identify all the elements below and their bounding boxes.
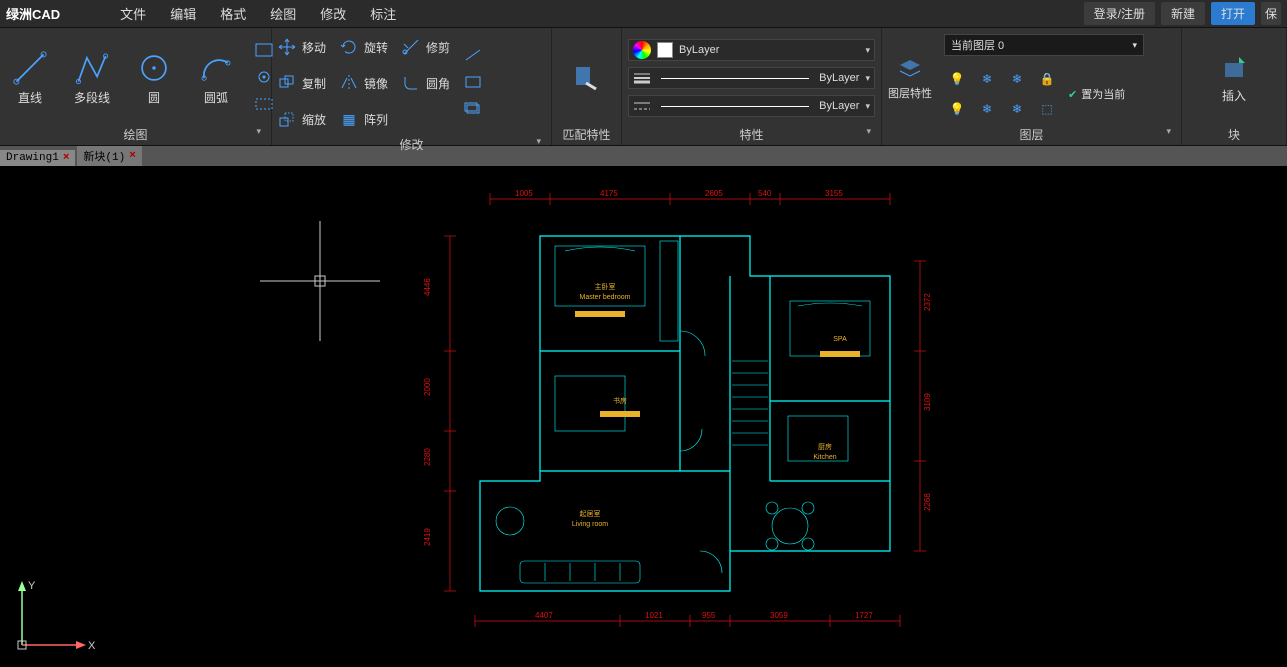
lineweight-icon — [633, 71, 651, 85]
svg-text:Master bedroom: Master bedroom — [580, 294, 631, 301]
svg-text:1005: 1005 — [515, 189, 533, 198]
svg-text:540: 540 — [758, 189, 772, 198]
svg-text:2268: 2268 — [923, 493, 932, 511]
panel-modify: 移动 旋转 修剪 复制 镜像 圆角 缩放 ▦阵列 修改▾ — [272, 28, 552, 145]
tool-move[interactable]: 移动 — [278, 32, 326, 62]
svg-text:4446: 4446 — [423, 278, 432, 296]
panel-draw-title: 绘图▾ — [6, 124, 265, 145]
ribbon: 直线 多段线 圆 圆弧 绘图▾ — [0, 28, 1287, 146]
svg-text:2280: 2280 — [423, 448, 432, 466]
login-button[interactable]: 登录/注册 — [1084, 2, 1155, 25]
panel-modify-title: 修改▾ — [278, 134, 545, 155]
panel-match-title: 匹配特性 — [558, 124, 615, 145]
tool-mod-extra-3[interactable] — [464, 102, 482, 119]
prop-color[interactable]: ByLayer ▾ — [628, 39, 875, 61]
color-swatch — [657, 42, 673, 58]
open-button[interactable]: 打开 — [1211, 2, 1255, 25]
drawing-canvas[interactable]: 1005 4175 2605 540 3155 4407 1021 955 30… — [0, 166, 1287, 667]
layer-btn-8[interactable]: ⬚ — [1034, 96, 1060, 122]
svg-text:Living room: Living room — [572, 521, 608, 528]
layer-dropdown[interactable]: 当前图层 0▾ — [944, 34, 1144, 56]
tool-layer-props[interactable]: 图层特性 — [888, 55, 932, 101]
menu-draw[interactable]: 绘图 — [270, 4, 296, 23]
tool-match-props[interactable] — [558, 32, 615, 124]
menu-edit[interactable]: 编辑 — [170, 4, 196, 23]
color-wheel-icon — [633, 41, 651, 59]
tool-array[interactable]: ▦阵列 — [340, 104, 388, 134]
tool-rotate[interactable]: 旋转 — [340, 32, 388, 62]
tool-arc[interactable]: 圆弧 — [192, 51, 240, 106]
panel-draw: 直线 多段线 圆 圆弧 绘图▾ — [0, 28, 272, 145]
menu-file[interactable]: 文件 — [120, 4, 146, 23]
tool-mod-extra-2[interactable] — [464, 75, 482, 92]
layer-btn-1[interactable]: 💡 — [944, 66, 970, 92]
linetype-icon — [633, 99, 651, 113]
new-button[interactable]: 新建 — [1161, 2, 1205, 25]
tool-line[interactable]: 直线 — [6, 51, 54, 106]
panel-match: 匹配特性 — [552, 28, 622, 145]
menu-bar: 绿洲CAD 文件 编辑 格式 绘图 修改 标注 登录/注册 新建 打开 保 — [0, 0, 1287, 28]
close-icon[interactable]: × — [129, 150, 136, 162]
svg-text:4407: 4407 — [535, 611, 553, 620]
tool-small-1[interactable] — [254, 42, 274, 61]
ucs-icon: Y X — [10, 567, 100, 657]
tool-insert[interactable]: 插入 — [1219, 53, 1249, 104]
layer-btn-5[interactable]: 💡 — [944, 96, 970, 122]
layer-btn-2[interactable]: ❄ — [974, 66, 1000, 92]
svg-text:Kitchen: Kitchen — [813, 454, 836, 461]
panel-layers: 图层特性 当前图层 0▾ 💡 ❄ ❄ 🔒 💡 ❄ — [882, 28, 1182, 145]
tool-scale[interactable]: 缩放 — [278, 104, 326, 134]
svg-text:2419: 2419 — [423, 528, 432, 546]
svg-text:主卧室: 主卧室 — [595, 282, 616, 291]
tool-trim[interactable]: 修剪 — [402, 32, 450, 62]
layer-btn-4[interactable]: 🔒 — [1034, 66, 1060, 92]
svg-text:SPA: SPA — [833, 336, 847, 343]
close-icon[interactable]: × — [63, 152, 70, 164]
svg-text:书房: 书房 — [613, 396, 627, 405]
menu-format[interactable]: 格式 — [220, 4, 246, 23]
extra-button[interactable]: 保 — [1261, 2, 1281, 25]
tool-copy[interactable]: 复制 — [278, 68, 326, 98]
svg-text:起居室: 起居室 — [580, 509, 601, 518]
tool-small-3[interactable] — [254, 96, 274, 115]
app-logo: 绿洲CAD — [6, 4, 60, 23]
tool-mirror[interactable]: 镜像 — [340, 68, 388, 98]
layer-btn-7[interactable]: ❄ — [1004, 96, 1030, 122]
tool-mod-extra-1[interactable] — [464, 48, 482, 65]
svg-text:1727: 1727 — [855, 611, 873, 620]
doc-tab-1[interactable]: Drawing1× — [0, 150, 75, 166]
svg-text:955: 955 — [702, 611, 716, 620]
panel-block: 插入 块 — [1182, 28, 1287, 145]
svg-text:4175: 4175 — [600, 189, 618, 198]
layer-btn-3[interactable]: ❄ — [1004, 66, 1030, 92]
set-current-layer[interactable]: ✔置为当前 — [1068, 86, 1125, 102]
menu-annotate[interactable]: 标注 — [370, 4, 396, 23]
tool-small-2[interactable] — [254, 69, 274, 88]
menu-modify[interactable]: 修改 — [320, 4, 346, 23]
layer-btn-6[interactable]: ❄ — [974, 96, 1000, 122]
tool-polyline[interactable]: 多段线 — [68, 51, 116, 106]
svg-text:厨房: 厨房 — [818, 442, 832, 451]
svg-text:3059: 3059 — [770, 611, 788, 620]
prop-linetype[interactable]: ByLayer▾ — [628, 95, 875, 117]
svg-text:X: X — [88, 640, 96, 652]
svg-text:3109: 3109 — [923, 393, 932, 411]
document-tabs: Drawing1× 新块(1)× — [0, 146, 1287, 166]
svg-text:2000: 2000 — [423, 378, 432, 396]
panel-props-title: 特性▾ — [628, 124, 875, 145]
doc-tab-2[interactable]: 新块(1)× — [77, 146, 141, 166]
panel-layers-title: 图层▾ — [888, 124, 1175, 145]
prop-lineweight[interactable]: ByLayer▾ — [628, 67, 875, 89]
panel-block-title: 块 — [1188, 124, 1280, 145]
svg-text:1021: 1021 — [645, 611, 663, 620]
tool-circle[interactable]: 圆 — [130, 51, 178, 106]
floor-plan: 1005 4175 2605 540 3155 4407 1021 955 30… — [420, 181, 940, 661]
svg-text:Y: Y — [28, 580, 36, 592]
panel-props: ByLayer ▾ ByLayer▾ ByLayer▾ 特性▾ — [622, 28, 882, 145]
svg-text:3155: 3155 — [825, 189, 843, 198]
crosshair-cursor — [260, 221, 380, 341]
tool-fillet[interactable]: 圆角 — [402, 68, 450, 98]
svg-text:2605: 2605 — [705, 189, 723, 198]
svg-text:2372: 2372 — [923, 293, 932, 311]
